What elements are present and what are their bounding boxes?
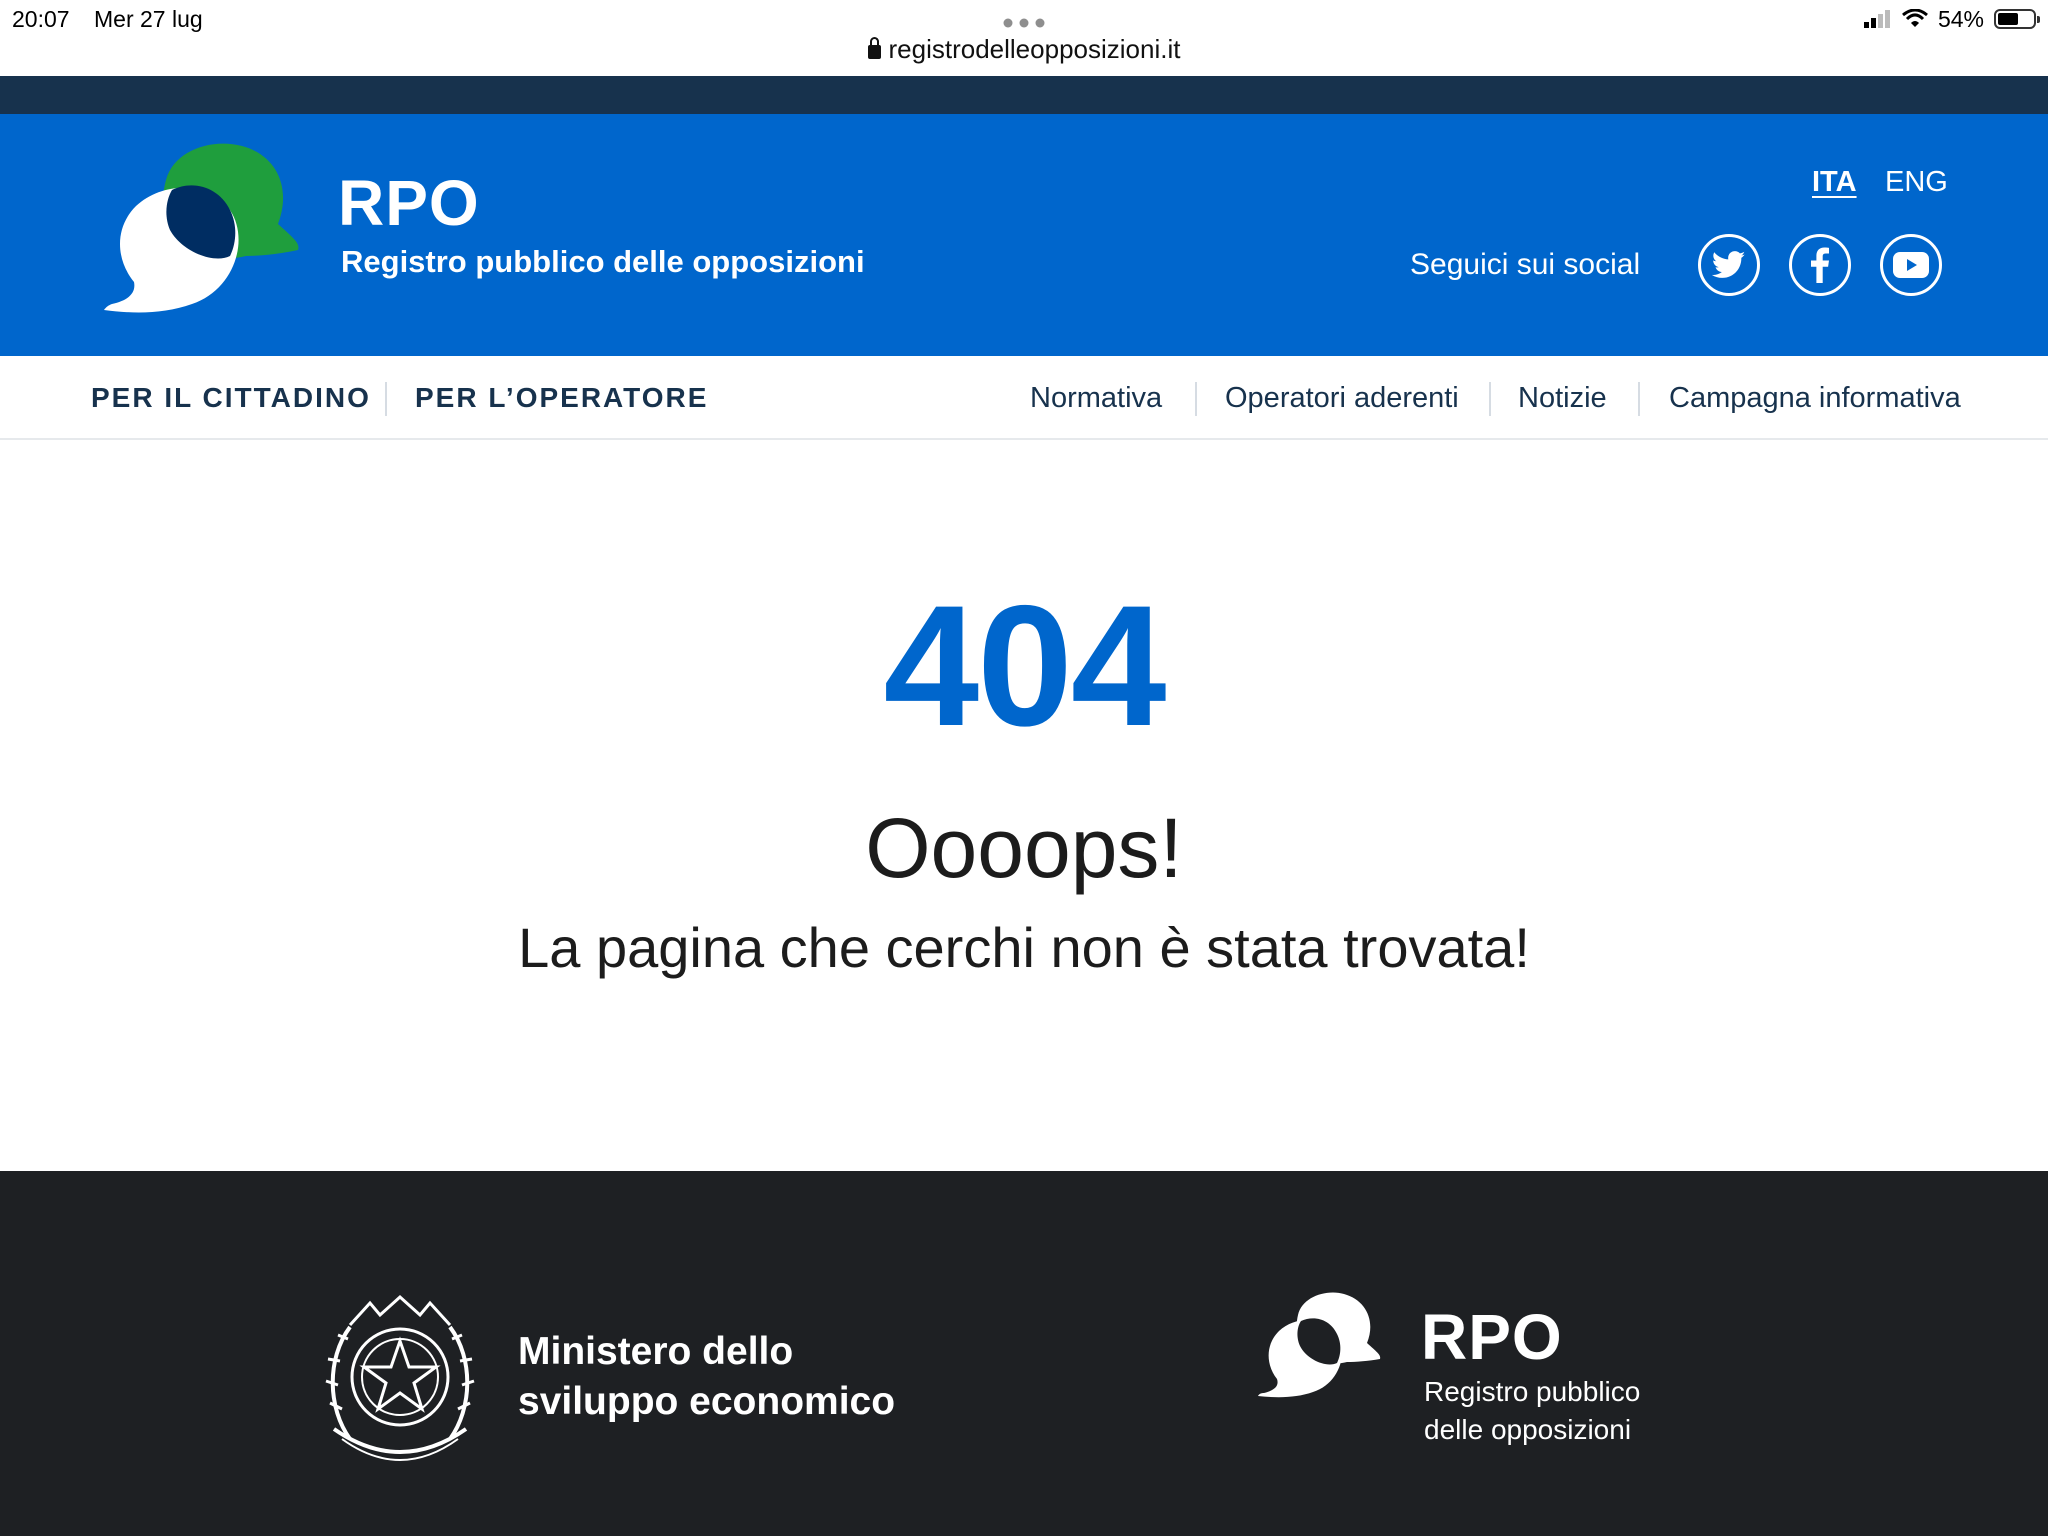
brand-title[interactable]: RPO — [338, 166, 480, 240]
site-header: RPO Registro pubblico delle opposizioni … — [0, 114, 2048, 356]
nav-normativa[interactable]: Normativa — [1030, 356, 1162, 440]
error-content: 404 Oooops! La pagina che cerchi non è s… — [0, 440, 2048, 1171]
nav-divider — [1489, 382, 1491, 416]
address-url: registrodelleopposizioni.it — [888, 34, 1181, 64]
rpo-footer-logo-icon[interactable] — [1256, 1291, 1381, 1403]
error-code: 404 — [883, 570, 1167, 762]
twitter-icon — [1712, 251, 1746, 278]
address-bar[interactable]: registrodelleopposizioni.it — [0, 34, 2048, 65]
signal-icon — [1863, 10, 1890, 28]
nav-divider — [385, 382, 387, 416]
italian-republic-emblem-icon[interactable] — [320, 1289, 480, 1469]
rpo-logo-icon[interactable] — [100, 142, 300, 322]
lock-icon — [867, 37, 881, 59]
error-title: Oooops! — [865, 801, 1183, 895]
facebook-button[interactable] — [1789, 234, 1851, 296]
lang-ita-link[interactable]: ITA — [1812, 166, 1857, 199]
nav-divider — [1638, 382, 1640, 416]
nav-divider — [1195, 382, 1197, 416]
footer-rpo-subtitle: Registro pubblico delle opposizioni — [1424, 1373, 1640, 1449]
twitter-button[interactable] — [1698, 234, 1760, 296]
lang-eng-link[interactable]: ENG — [1885, 166, 1948, 199]
battery-percent: 54% — [1937, 5, 1984, 32]
top-strip — [0, 76, 2048, 114]
ministry-name[interactable]: Ministero dello sviluppo economico — [518, 1327, 895, 1427]
youtube-button[interactable] — [1880, 234, 1942, 296]
footer-rpo-title[interactable]: RPO — [1421, 1305, 1563, 1369]
status-date: Mer 27 lug — [94, 6, 203, 32]
footer-rpo-line-1: Registro pubblico — [1424, 1376, 1641, 1407]
status-bar: 20:07 Mer 27 lug registrodelleopposizion… — [0, 0, 2048, 76]
ministry-line-2: sviluppo economico — [518, 1380, 896, 1423]
nav-operatori-aderenti[interactable]: Operatori aderenti — [1225, 356, 1459, 440]
footer-rpo-line-2: delle opposizioni — [1424, 1414, 1632, 1445]
wifi-icon — [1901, 9, 1928, 27]
nav-campagna-informativa[interactable]: Campagna informativa — [1669, 356, 1961, 440]
nav-per-l-operatore[interactable]: PER L’OPERATORE — [415, 356, 708, 440]
brand-subtitle[interactable]: Registro pubblico delle opposizioni — [341, 244, 865, 280]
nav-per-il-cittadino[interactable]: PER IL CITTADINO — [91, 356, 371, 440]
error-message: La pagina che cerchi non è stata trovata… — [518, 916, 1530, 979]
battery-icon — [1994, 9, 2040, 29]
youtube-icon — [1893, 252, 1929, 278]
status-indicators: 54% — [1863, 4, 2040, 34]
ministry-line-1: Ministero dello — [518, 1330, 794, 1373]
follow-social-label: Seguici sui social — [1410, 248, 1641, 281]
main-nav: PER IL CITTADINO PER L’OPERATORE Normati… — [0, 356, 2048, 440]
site-footer: Ministero dello sviluppo economico RPO R… — [0, 1171, 2048, 1536]
status-time: 20:07 — [12, 6, 70, 32]
facebook-icon — [1811, 247, 1829, 283]
multitasking-dots-icon[interactable] — [1003, 18, 1045, 28]
nav-notizie[interactable]: Notizie — [1518, 356, 1607, 440]
